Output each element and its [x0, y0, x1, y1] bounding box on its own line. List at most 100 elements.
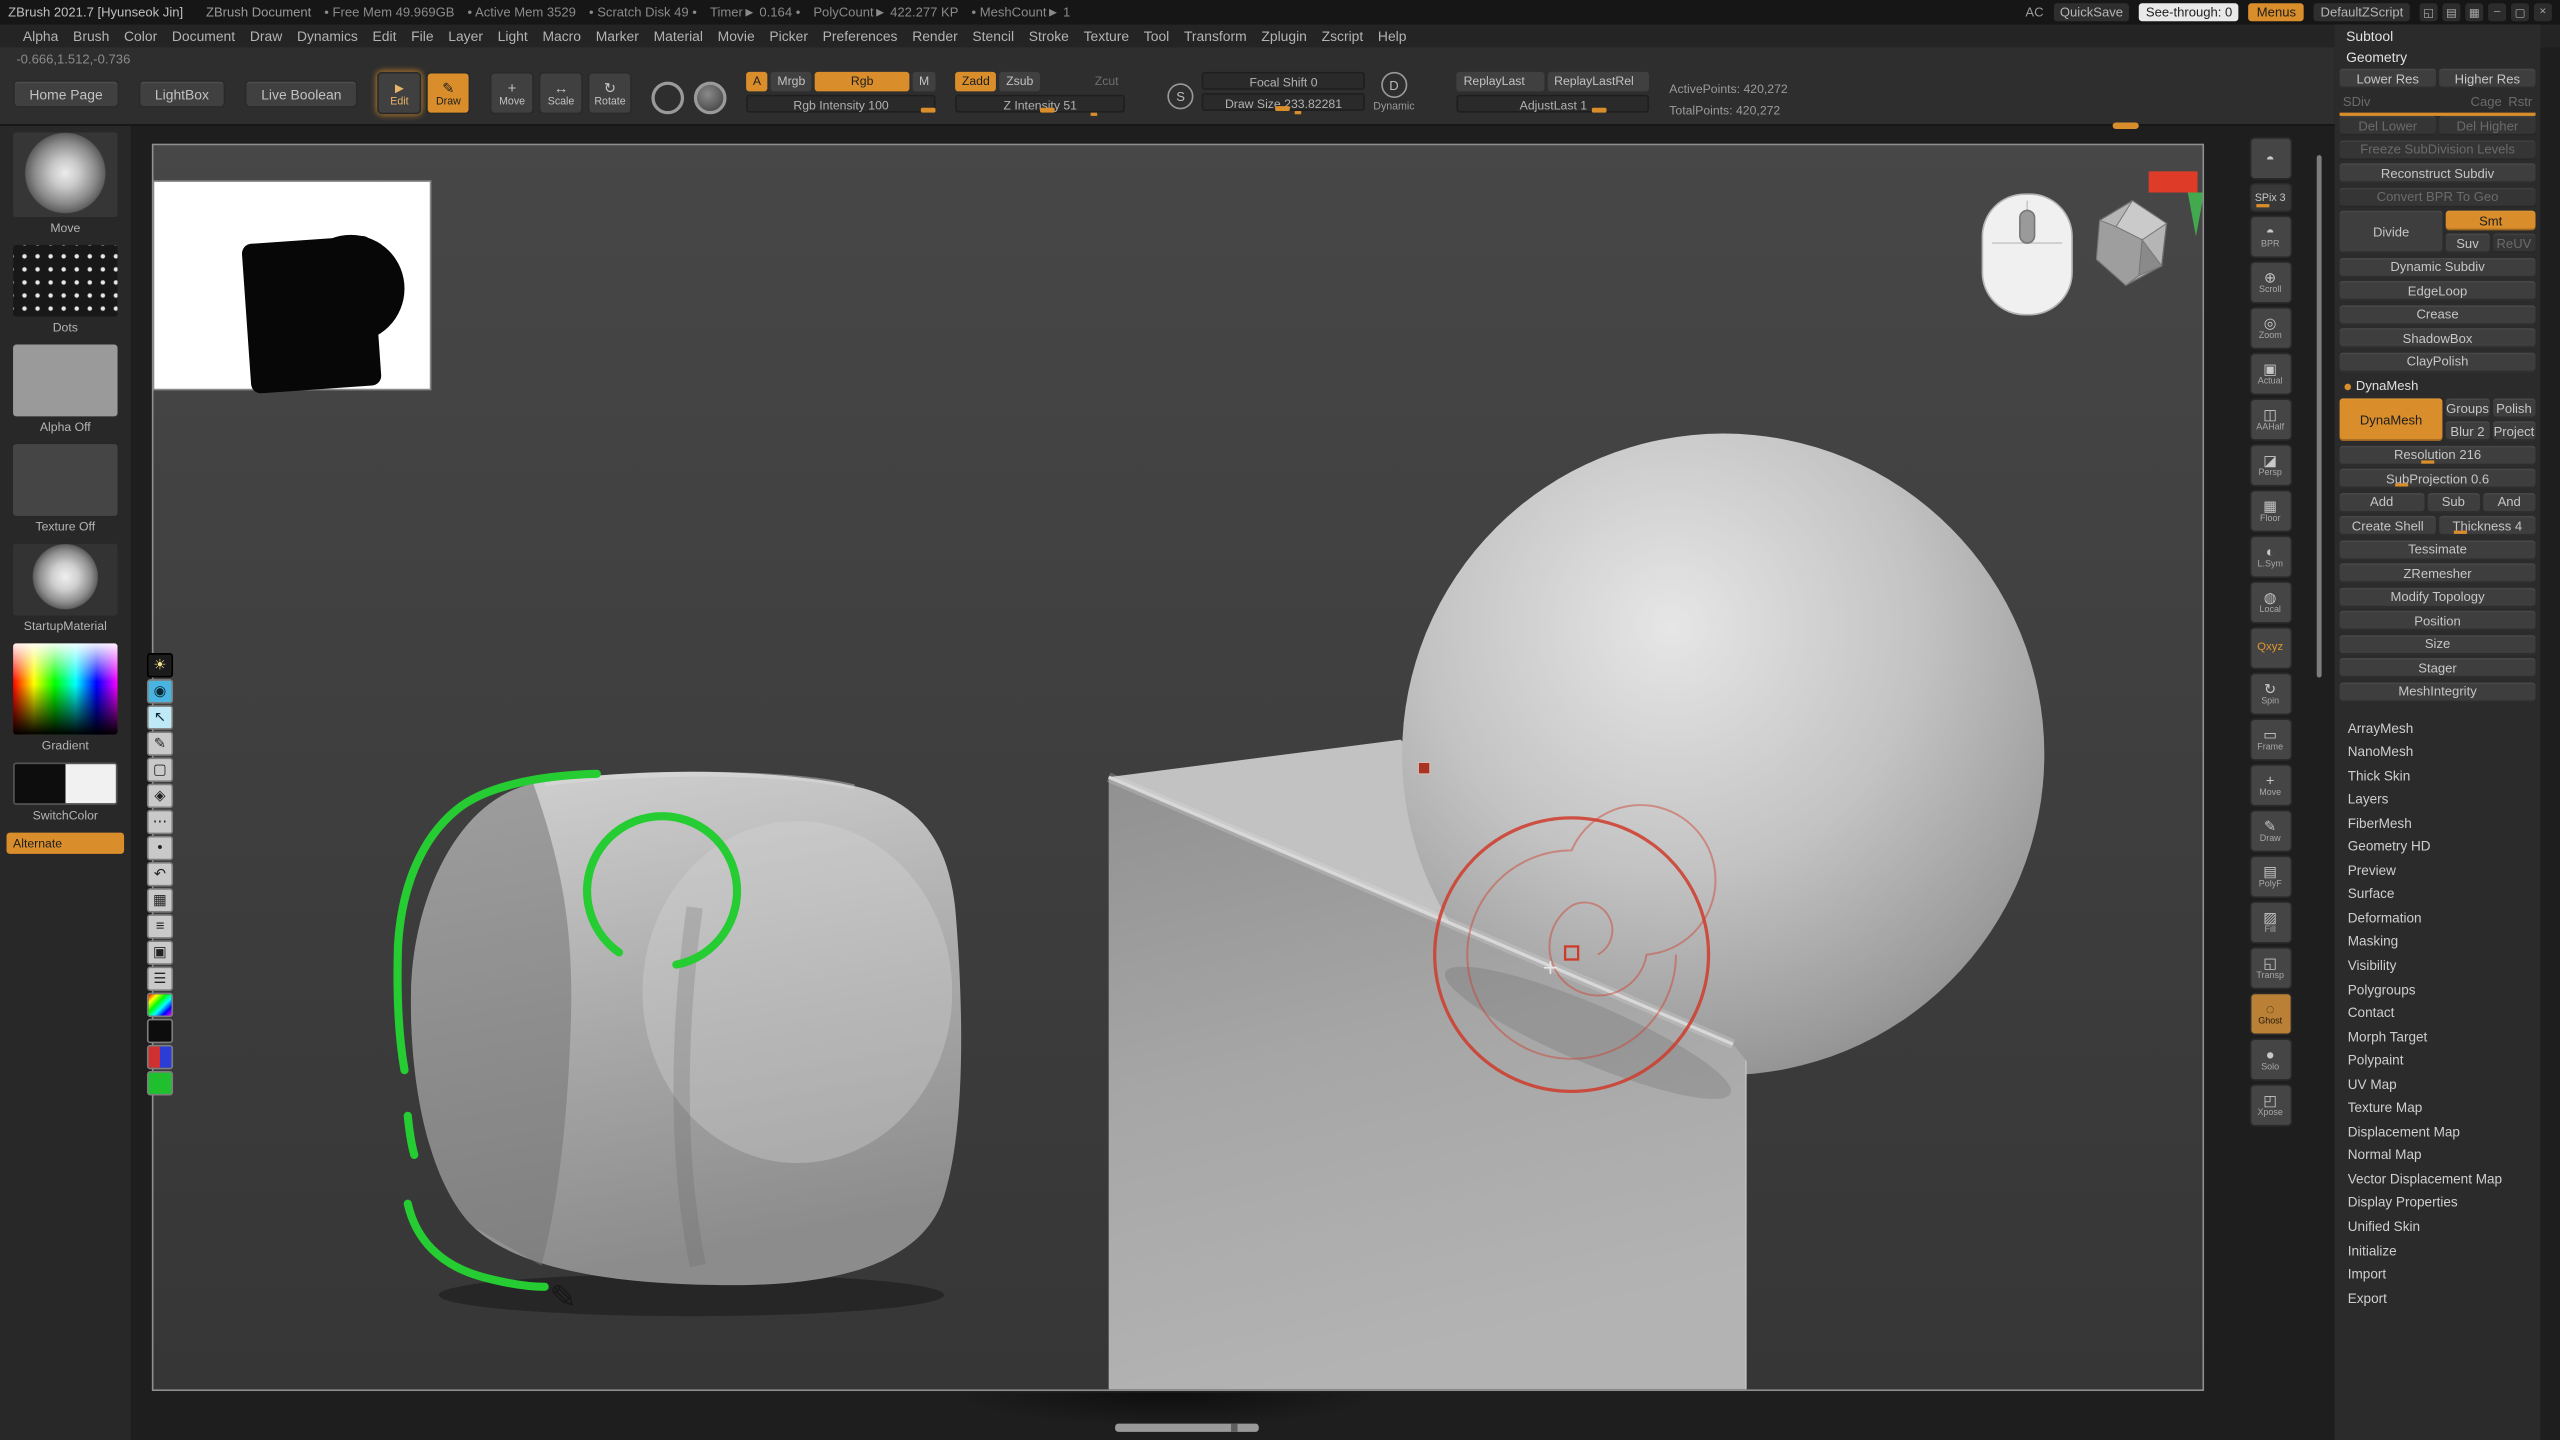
palette-section[interactable]: Thick Skin [2340, 763, 2536, 787]
pencil-icon[interactable]: ✎ [147, 731, 173, 755]
claypolish-button[interactable]: ClayPolish [2340, 352, 2536, 372]
del-higher-button[interactable]: Del Higher [2439, 116, 2535, 136]
menu-item[interactable]: Stroke [1029, 28, 1069, 44]
shelf-button[interactable]: ◐ L.Sym [2249, 536, 2291, 578]
tray-item[interactable]: Gradient [13, 643, 117, 752]
panels-toggle-icon[interactable]: ▦ [2465, 3, 2483, 21]
suv-toggle[interactable]: Suv [2446, 233, 2489, 253]
trash-icon[interactable]: ▦ [147, 888, 173, 912]
thickness-slider[interactable]: Thickness 4 [2439, 516, 2535, 536]
menu-item[interactable]: Macro [542, 28, 581, 44]
palette-section[interactable]: Surface [2340, 882, 2536, 906]
freeze-subdivision-button[interactable]: Freeze SubDivision Levels [2340, 140, 2536, 160]
shelf-button[interactable]: ▦ Floor [2249, 490, 2291, 532]
dynamesh-button[interactable]: DynaMesh [2340, 398, 2443, 440]
shelf-button[interactable]: ◪ Persp [2249, 444, 2291, 486]
palette-section[interactable]: NanoMesh [2340, 740, 2536, 764]
shelf-button[interactable]: ▨ Fill [2249, 901, 2291, 943]
rainbow-swatch[interactable] [147, 993, 173, 1017]
adjust-last-slider[interactable]: AdjustLast 1 [1457, 95, 1650, 113]
menu-item[interactable]: Document [172, 28, 235, 44]
document-canvas[interactable]: ✎ [152, 144, 2204, 1391]
rotate-button[interactable]: ↻ Rotate [588, 72, 632, 114]
position-button[interactable]: Position [2340, 611, 2536, 631]
z-intensity-slider[interactable]: Z Intensity 51 [955, 95, 1125, 113]
draw-size-slider[interactable]: Draw Size 233.82281 [1202, 93, 1365, 111]
replay-last-button[interactable]: ReplayLast [1457, 72, 1544, 92]
print-icon[interactable]: ≡ [147, 914, 173, 938]
subtool-palette-header[interactable]: Subtool [2340, 26, 2536, 47]
dynamic-d-icon[interactable]: D [1381, 72, 1407, 98]
mrgb-button[interactable]: Mrgb [771, 72, 812, 92]
smt-toggle[interactable]: Smt [2446, 211, 2536, 231]
menu-item[interactable]: Marker [596, 28, 639, 44]
tessimate-button[interactable]: Tessimate [2340, 540, 2536, 560]
convert-bpr-button[interactable]: Convert BPR To Geo [2340, 187, 2536, 207]
light-icon[interactable]: ☀ [147, 653, 173, 677]
lower-res-button[interactable]: Lower Res [2340, 69, 2436, 89]
dots-icon[interactable]: ⋯ [147, 810, 173, 834]
add-toggle[interactable]: Add [2340, 492, 2424, 512]
focal-shift-slider[interactable]: Focal Shift 0 [1202, 72, 1365, 90]
zremesher-button[interactable]: ZRemesher [2340, 563, 2536, 583]
m-button[interactable]: M [912, 72, 935, 92]
rect-icon[interactable]: ▢ [147, 758, 173, 782]
menu-item[interactable]: Light [498, 28, 528, 44]
menu-item[interactable]: Help [1378, 28, 1407, 44]
sdiv-slider[interactable]: SDiv Cage Rstr [2340, 92, 2536, 112]
palette-section[interactable]: Preview [2340, 858, 2536, 882]
tray-item[interactable]: Alpha Off [13, 344, 117, 434]
menu-item[interactable]: Dynamics [297, 28, 358, 44]
stencil-s-icon[interactable]: S [1168, 83, 1194, 109]
clipboard-icon[interactable]: ☰ [147, 967, 173, 991]
shelf-button[interactable]: Qxyz [2249, 627, 2291, 669]
polish-toggle[interactable]: Polish [2492, 398, 2535, 418]
stager-button[interactable]: Stager [2340, 658, 2536, 678]
menus-button[interactable]: Menus [2249, 3, 2305, 21]
move-button[interactable]: + Move [490, 72, 534, 114]
geometry-palette-header[interactable]: Geometry [2340, 47, 2536, 68]
crease-button[interactable]: Crease [2340, 304, 2536, 324]
shelf-button[interactable]: ◎ Zoom [2249, 307, 2291, 349]
select-cursor-icon[interactable]: ↖ [147, 705, 173, 729]
canvas-horizontal-scrollbar[interactable] [1115, 1424, 1259, 1432]
menu-item[interactable]: Alpha [23, 28, 59, 44]
del-lower-button[interactable]: Del Lower [2340, 116, 2436, 136]
menu-item[interactable]: Picker [769, 28, 808, 44]
lightbox-button[interactable]: LightBox [139, 80, 226, 108]
tray-item[interactable]: SwitchColor [13, 762, 117, 822]
undo-icon[interactable]: ↶ [147, 862, 173, 886]
tray-item[interactable]: Move [13, 132, 117, 235]
resolution-slider[interactable]: Resolution 216 [2340, 445, 2536, 465]
black-swatch[interactable] [147, 1019, 173, 1043]
zscript-button[interactable]: DefaultZScript [2314, 3, 2410, 21]
palette-section[interactable]: Vector Displacement Map [2340, 1167, 2536, 1191]
tag-icon[interactable]: ◈ [147, 784, 173, 808]
brush-preview-solid[interactable] [694, 82, 727, 115]
dynamic-label[interactable]: Dynamic [1373, 101, 1414, 112]
doc-view-icon[interactable]: ◱ [2420, 3, 2438, 21]
rstr-button[interactable]: Rstr [2508, 95, 2532, 110]
zsub-button[interactable]: Zsub [1000, 72, 1040, 92]
divide-button[interactable]: Divide [2340, 211, 2443, 253]
edit-button[interactable]: ► Edit [377, 72, 421, 114]
menu-item[interactable]: Brush [73, 28, 109, 44]
menu-item[interactable]: Zscript [1322, 28, 1364, 44]
meshintegrity-button[interactable]: MeshIntegrity [2340, 682, 2536, 702]
menu-item[interactable]: Texture [1084, 28, 1130, 44]
shelf-button[interactable]: ◍ Local [2249, 581, 2291, 623]
layout-toggle-icon[interactable]: ▤ [2442, 3, 2460, 21]
palette-section[interactable]: Morph Target [2340, 1025, 2536, 1049]
menu-item[interactable]: Edit [373, 28, 397, 44]
palette-section[interactable]: Displacement Map [2340, 1120, 2536, 1144]
reuv-button[interactable]: ReUV [2492, 233, 2535, 253]
higher-res-button[interactable]: Higher Res [2439, 69, 2535, 89]
shelf-button[interactable]: ✎ Draw [2249, 810, 2291, 852]
image-icon[interactable]: ▣ [147, 940, 173, 964]
shelf-button[interactable]: + Move [2249, 764, 2291, 806]
menu-item[interactable]: Zplugin [1261, 28, 1307, 44]
shelf-button[interactable]: ⊕ Scroll [2249, 261, 2291, 303]
shelf-button[interactable]: ◰ Xpose [2249, 1084, 2291, 1126]
shelf-button[interactable]: ● Solo [2249, 1038, 2291, 1080]
cage-button[interactable]: Cage [2471, 95, 2502, 110]
